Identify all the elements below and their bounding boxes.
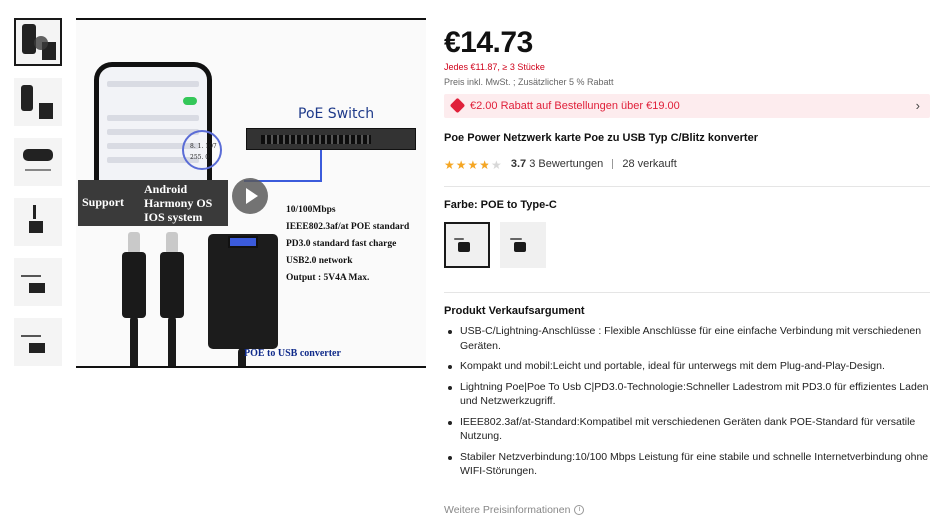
usbc-cable	[160, 252, 184, 318]
selling-points-list: USB-C/Lightning-Anschlüsse : Flexible An…	[444, 324, 930, 485]
rating-value: 3.7	[510, 158, 527, 170]
play-icon	[34, 36, 48, 50]
os-android: Android	[144, 182, 188, 196]
thumbnail-2[interactable]	[14, 78, 62, 126]
info-icon: i	[574, 505, 585, 516]
thumbnail-strip	[14, 18, 64, 378]
lightning-cable	[122, 252, 146, 318]
list-item: Kompakt und mobil:Leicht und portable, i…	[444, 359, 930, 374]
coupon-tag-icon	[449, 97, 466, 114]
tax-note: Preis inkl. MwSt. ; Zusätzlicher 5 % Rab…	[444, 77, 614, 87]
lightning-plug	[128, 232, 140, 254]
thumbnail-4[interactable]	[14, 198, 62, 246]
more-info-text: Weitere Preisinformationen	[444, 504, 571, 516]
chevron-right-icon: ›	[915, 98, 920, 113]
list-item: IEEE802.3af/at-Standard:Kompatibel mit v…	[444, 415, 930, 444]
spec-line: IEEE802.3af/at POE standard	[286, 222, 410, 232]
variant-label: Farbe: POE to Type-C	[444, 199, 557, 211]
usbc-cable-wire	[168, 316, 176, 366]
support-banner: Support Android Harmony OS IOS system	[78, 180, 228, 226]
star-rating-icon: ★★★★ ★ ★	[444, 158, 503, 172]
switch-label: PoE Switch	[298, 106, 375, 122]
variant-option-type-c[interactable]	[444, 222, 490, 268]
poe-switch-illustration	[246, 128, 416, 150]
spec-line: PD3.0 standard fast charge	[286, 239, 397, 249]
list-item: USB-C/Lightning-Anschlüsse : Flexible An…	[444, 324, 930, 353]
phone-mask-text: 255. 0	[190, 154, 210, 161]
selling-points-heading: Produkt Verkaufsargument	[444, 305, 585, 317]
bulk-price: Jedes €11.87, ≥ 3 Stücke	[444, 62, 545, 72]
os-ios: IOS system	[144, 210, 203, 224]
spec-line: USB2.0 network	[286, 256, 353, 266]
list-item: Lightning Poe|Poe To Usb C|PD3.0-Technol…	[444, 380, 930, 409]
os-harmony: Harmony OS	[144, 196, 213, 210]
spec-line: Output : 5V4A Max.	[286, 273, 370, 283]
phone-ip-text: 8. 1. 107	[190, 143, 217, 150]
more-price-info-link[interactable]: Weitere Preisinformationen i	[444, 504, 585, 516]
lightning-cable-wire	[130, 316, 138, 366]
os-list: Android Harmony OS IOS system	[144, 182, 212, 224]
coupon-banner[interactable]: €2.00 Rabatt auf Bestellungen über €19.0…	[444, 94, 930, 118]
thumbnail-3[interactable]	[14, 138, 62, 186]
coupon-text: €2.00 Rabatt auf Bestellungen über €19.0…	[470, 100, 680, 112]
rating-row[interactable]: ★★★★ ★ ★ 3.7 3 Bewertungen 28 verkauft	[444, 158, 677, 174]
divider	[444, 186, 930, 187]
thumbnail-1[interactable]	[14, 18, 62, 66]
usbc-plug	[166, 232, 178, 254]
thumbnail-6[interactable]	[14, 318, 62, 366]
variant-option-lightning[interactable]	[500, 222, 546, 268]
sold-count: 28 verkauft	[622, 158, 677, 170]
ip-highlight-circle: 8. 1. 107 255. 0	[182, 130, 222, 170]
list-item: Stabiler Netzverbindung:10/100 Mbps Leis…	[444, 450, 930, 479]
network-line	[320, 150, 322, 182]
converter-label: POE to USB converter	[244, 348, 341, 359]
product-title: Poe Power Netzwerk karte Poe zu USB Typ …	[444, 132, 758, 144]
divider	[444, 292, 930, 293]
poe-adapter-illustration	[208, 234, 278, 349]
price: €14.73	[444, 26, 533, 59]
review-count[interactable]: 3 Bewertungen	[529, 158, 603, 170]
spec-line: 10/100Mbps	[286, 205, 336, 215]
thumbnail-5[interactable]	[14, 258, 62, 306]
spec-list: 10/100Mbps IEEE802.3af/at POE standard P…	[286, 202, 409, 287]
video-play-button[interactable]	[232, 178, 268, 214]
main-product-image[interactable]: 8. 1. 107 255. 0 PoE Switch Support Andr…	[76, 18, 426, 368]
support-label: Support	[82, 195, 125, 209]
